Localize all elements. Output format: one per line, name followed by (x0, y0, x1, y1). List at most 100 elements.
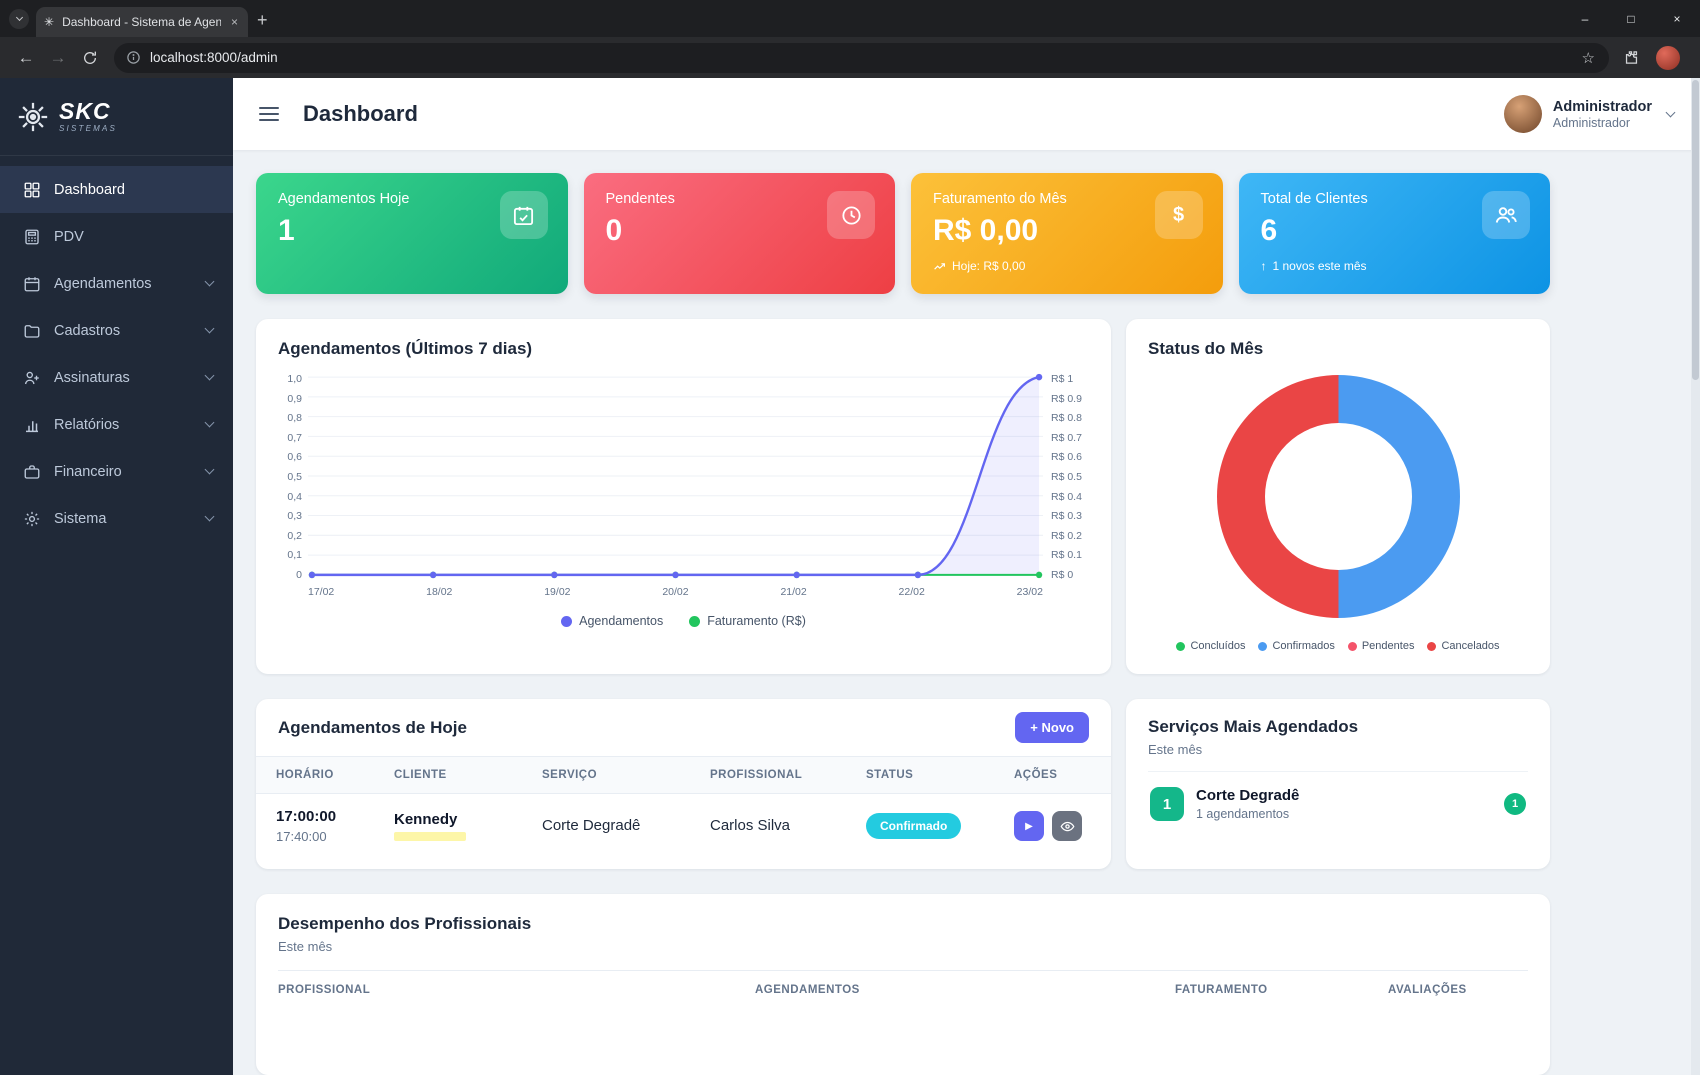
minimize-button[interactable]: – (1562, 0, 1608, 37)
main-area: Dashboard Administrador Administrador Ag… (233, 78, 1700, 1075)
sidebar-item-relatorios[interactable]: Relatórios (0, 401, 233, 448)
view-appointment-button[interactable] (1052, 811, 1082, 841)
bar-chart-icon (23, 416, 41, 434)
sidebar-item-dashboard[interactable]: Dashboard (0, 166, 233, 213)
stat-card-faturamento: Faturamento do Mês R$ 0,00 Hoje: R$ 0,00… (911, 173, 1223, 294)
sidebar-item-financeiro[interactable]: Financeiro (0, 448, 233, 495)
column-header: Avaliações (1388, 984, 1528, 996)
chevron-down-icon (205, 371, 215, 381)
sidebar-item-pdv[interactable]: PDV (0, 213, 233, 260)
chevron-down-icon (205, 277, 215, 287)
page-scrollbar[interactable] (1691, 78, 1700, 1075)
x-tick: 22/02 (899, 586, 925, 598)
x-axis-labels: 17/0218/0219/0220/0221/0222/0223/02 (308, 586, 1043, 598)
y-tick: R$ 1 (1051, 373, 1089, 385)
close-button[interactable]: × (1654, 0, 1700, 37)
user-role: Administrador (1553, 116, 1652, 130)
sidebar-item-sistema[interactable]: Sistema (0, 495, 233, 542)
menu-toggle-button[interactable] (259, 107, 279, 121)
column-header: Status (846, 757, 994, 794)
x-tick: 21/02 (780, 586, 806, 598)
brand-subtitle: SISTEMAS (59, 124, 117, 133)
card-title: Serviços Mais Agendados (1148, 717, 1528, 737)
status-badge: Confirmado (866, 813, 961, 839)
browser-tab[interactable]: ✳ Dashboard - Sistema de Agend × (36, 7, 248, 37)
app-logo: SKC SISTEMAS (0, 78, 233, 156)
legend-item: Agendamentos (561, 614, 663, 628)
y-axis-right: R$ 1R$ 0.9R$ 0.8R$ 0.7R$ 0.6R$ 0.5R$ 0.4… (1043, 373, 1089, 581)
reload-button[interactable] (74, 42, 106, 74)
line-chart-card: Agendamentos (Últimos 7 dias) 1,00,90,80… (256, 319, 1111, 674)
sidebar-item-assinaturas[interactable]: Assinaturas (0, 354, 233, 401)
y-tick: R$ 0.6 (1051, 451, 1089, 463)
scrollbar-thumb[interactable] (1692, 80, 1699, 380)
page-header: Dashboard Administrador Administrador (233, 78, 1700, 150)
maximize-button[interactable]: □ (1608, 0, 1654, 37)
y-tick: 1,0 (287, 373, 302, 385)
address-bar[interactable]: localhost:8000/admin ☆ (114, 43, 1609, 73)
tab-title: Dashboard - Sistema de Agend (62, 15, 221, 29)
back-button[interactable]: ← (10, 42, 42, 74)
y-axis-left: 1,00,90,80,70,60,50,40,30,20,10 (278, 373, 308, 581)
y-tick: 0,6 (287, 451, 302, 463)
browser-profile-avatar[interactable] (1656, 46, 1680, 70)
y-tick: 0,3 (287, 510, 302, 522)
service-name: Corte Degradê (542, 817, 640, 834)
sidebar-item-label: Assinaturas (54, 370, 130, 386)
tab-close-icon[interactable]: × (229, 15, 240, 29)
browser-chrome: ✳ Dashboard - Sistema de Agend × + – □ ×… (0, 0, 1700, 78)
tab-search-button[interactable] (9, 9, 29, 29)
rank-badge: 1 (1150, 787, 1184, 821)
sidebar: SKC SISTEMAS Dashboard PDV Agendamentos … (0, 78, 233, 1075)
stat-footer: 1 novos este mês (1273, 259, 1367, 273)
sidebar-item-label: Dashboard (54, 182, 125, 198)
page-title: Dashboard (303, 101, 418, 127)
legend-item: Pendentes (1348, 640, 1415, 652)
card-title: Agendamentos de Hoje (278, 718, 467, 738)
start-appointment-button[interactable]: ▶ (1014, 811, 1044, 841)
stat-card-pendentes: Pendentes 0 (584, 173, 896, 294)
bookmark-star-icon[interactable]: ☆ (1576, 49, 1601, 67)
tab-strip: ✳ Dashboard - Sistema de Agend × + – □ × (0, 0, 1700, 37)
sidebar-item-agendamentos[interactable]: Agendamentos (0, 260, 233, 307)
y-tick: 0,4 (287, 491, 302, 503)
browser-toolbar: ← → localhost:8000/admin ☆ (0, 37, 1700, 78)
chevron-down-icon (205, 512, 215, 522)
window-controls: – □ × (1562, 0, 1700, 37)
card-subtitle: Este mês (278, 939, 1528, 954)
url-text[interactable]: localhost:8000/admin (150, 50, 1567, 65)
column-header: Serviço (522, 757, 690, 794)
sidebar-item-cadastros[interactable]: Cadastros (0, 307, 233, 354)
stats-row: Agendamentos Hoje 1 Pendentes 0 Faturame… (256, 173, 1550, 294)
dollar-icon: $ (1155, 191, 1203, 239)
column-header: Profissional (690, 757, 846, 794)
user-menu[interactable]: Administrador Administrador (1504, 95, 1674, 133)
chevron-down-icon (205, 324, 215, 334)
service-count: 1 agendamentos (1196, 807, 1299, 821)
extensions-button[interactable] (1617, 49, 1646, 66)
service-name: Corte Degradê (1196, 787, 1299, 804)
stat-card-agendamentos-hoje: Agendamentos Hoje 1 (256, 173, 568, 294)
client-highlight (394, 832, 466, 841)
legend-item: Faturamento (R$) (689, 614, 806, 628)
today-row: Agendamentos de Hoje + Novo Horário Clie… (256, 699, 1550, 869)
chevron-down-icon (1666, 107, 1676, 117)
stat-card-clientes: Total de Clientes 6 ↑ 1 novos este mês (1239, 173, 1551, 294)
sidebar-nav: Dashboard PDV Agendamentos Cadastros Ass… (0, 156, 233, 542)
performance-table-header: Profissional Agendamentos Faturamento Av… (278, 970, 1528, 996)
sidebar-item-label: Cadastros (54, 323, 120, 339)
line-chart (308, 373, 1043, 581)
column-header: Horário (256, 757, 374, 794)
chevron-down-icon (15, 14, 22, 21)
eye-icon (1060, 819, 1075, 834)
y-tick: 0 (296, 569, 302, 581)
donut-legend: ConcluídosConfirmadosPendentesCancelados (1148, 640, 1528, 654)
forward-button[interactable]: → (42, 42, 74, 74)
calendar-icon (23, 275, 41, 293)
user-plus-icon (23, 369, 41, 387)
site-info-icon[interactable] (126, 50, 141, 65)
y-tick: R$ 0.2 (1051, 530, 1089, 542)
new-appointment-button[interactable]: + Novo (1015, 712, 1089, 743)
new-tab-button[interactable]: + (257, 11, 268, 29)
brand-name: SKC (59, 100, 117, 123)
